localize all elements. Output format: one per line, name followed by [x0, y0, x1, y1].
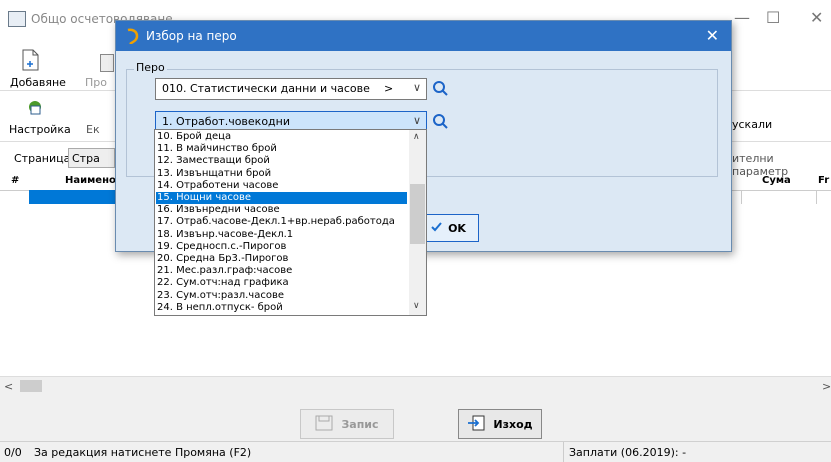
search-category-icon[interactable]	[429, 78, 451, 98]
page-label: Страница:	[14, 152, 75, 165]
scroll-down-icon[interactable]: ∨	[413, 301, 420, 311]
list-item[interactable]: 22. Сум.отч:над графика	[157, 277, 407, 289]
exit-button[interactable]: Изход	[458, 409, 542, 439]
chevron-down-icon[interactable]: ∨	[413, 81, 421, 94]
list-item[interactable]: 14. Отработени часове	[157, 180, 407, 192]
exit-icon	[467, 415, 485, 434]
list-item[interactable]: 24. В непл.отпуск- брой	[157, 302, 407, 314]
add-button[interactable]: Добавяне	[10, 76, 66, 89]
category-value: 010. Статистически данни и часове	[162, 82, 370, 95]
maximize-button[interactable]: ☐	[766, 8, 780, 27]
table-row-selected[interactable]	[29, 190, 119, 204]
item-value: 1. Отработ.човекодни	[162, 115, 290, 128]
status-divider	[563, 442, 564, 462]
ok-label: OK	[448, 221, 466, 235]
group-label: Перо	[134, 61, 167, 74]
category-combo[interactable]: 010. Статистически данни и часове > ∨	[155, 78, 427, 100]
change-icon[interactable]	[100, 54, 114, 72]
save-label: Запис	[341, 417, 379, 431]
list-item[interactable]: 13. Извънщатни брой	[157, 168, 407, 180]
close-window-button[interactable]: ✕	[810, 8, 823, 27]
dropdown-scrollbar[interactable]: ∧ ∨	[409, 130, 426, 315]
row-divider	[741, 190, 742, 204]
list-item[interactable]: 11. В майчинство брой	[157, 143, 407, 155]
salary-period: Заплати (06.2019): -	[569, 446, 687, 459]
dialog-title-bar: Избор на перо ✕	[116, 21, 731, 51]
dialog-app-icon	[125, 28, 139, 45]
list-item[interactable]: 18. Извънр.часове-Декл.1	[157, 229, 407, 241]
list-item[interactable]: 12. Заместващи брой	[157, 155, 407, 167]
settings-button[interactable]: Настройка	[9, 123, 71, 136]
search-item-icon[interactable]	[429, 111, 451, 131]
list-item[interactable]: 23. Сум.отч:разл.часове	[157, 290, 407, 302]
record-count: 0/0	[4, 446, 22, 459]
status-hint: За редакция натиснете Промяна (F2)	[34, 446, 252, 459]
add-icon[interactable]	[20, 49, 40, 71]
list-item[interactable]: 10. Брой деца	[157, 131, 407, 143]
scroll-up-icon[interactable]: ∧	[413, 132, 420, 142]
category-suffix: >	[384, 82, 394, 95]
list-item[interactable]: 21. Мес.разл.граф:часове	[157, 265, 407, 277]
col-fr[interactable]: Fr	[818, 175, 829, 186]
item-dropdown-list[interactable]: 10. Брой деца 11. В майчинство брой 12. За…	[154, 129, 427, 316]
scroll-thumb[interactable]	[20, 380, 42, 392]
horizontal-scrollbar[interactable]: < >	[0, 376, 831, 395]
col-sum[interactable]: Сума	[762, 175, 791, 186]
status-bar: 0/0 За редакция натиснете Промяна (F2) З…	[0, 441, 831, 462]
app-icon	[8, 11, 26, 27]
col-num[interactable]: #	[11, 175, 19, 186]
dialog-close-button[interactable]: ✕	[706, 26, 719, 45]
dropdown-scroll-thumb[interactable]	[410, 184, 425, 244]
list-item[interactable]: 16. Извънредни часове	[157, 204, 407, 216]
list-item[interactable]: 20. Средна Бр3.-Пирогов	[157, 253, 407, 265]
unlaunched-label[interactable]: ускали	[732, 118, 772, 131]
dialog-title: Избор на перо	[146, 29, 237, 43]
list-item[interactable]: 19. Средносп.с.-Пирогов	[157, 241, 407, 253]
bottom-bar	[0, 395, 831, 441]
save-button[interactable]: Запис	[300, 409, 394, 439]
settings-icon[interactable]	[26, 98, 44, 116]
save-icon	[315, 415, 333, 434]
col-name[interactable]: Наимено	[65, 175, 116, 186]
scroll-right-icon[interactable]: >	[822, 380, 831, 393]
page-tab[interactable]: Стра	[68, 148, 115, 168]
minimize-button[interactable]: —	[734, 8, 750, 27]
chevron-down-icon[interactable]: ∨	[413, 114, 421, 127]
list-item-selected[interactable]: 15. Нощни часове	[156, 192, 407, 204]
check-icon	[430, 221, 442, 236]
exit-label: Изход	[493, 417, 533, 431]
list-item[interactable]: 17. Отраб.часове-Декл.1+вр.нераб.работод…	[157, 216, 407, 228]
change-button[interactable]: Про	[85, 76, 107, 89]
scroll-left-icon[interactable]: <	[4, 380, 13, 393]
export-button[interactable]: Ек	[86, 123, 100, 136]
row-divider	[816, 190, 817, 204]
